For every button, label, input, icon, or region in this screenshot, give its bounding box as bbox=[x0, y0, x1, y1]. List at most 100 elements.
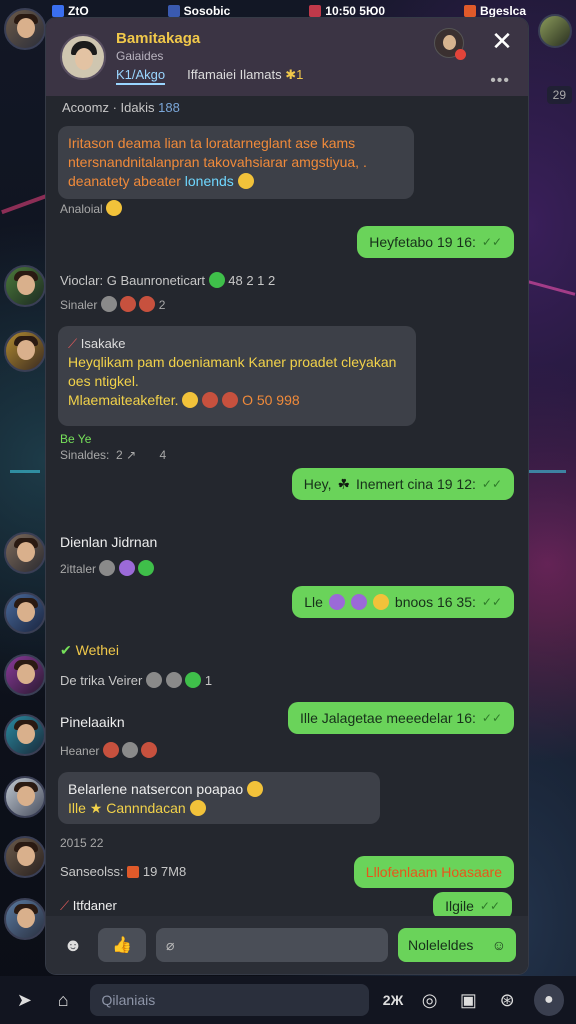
mic-icon[interactable]: ● bbox=[533, 984, 565, 1016]
outgoing-message[interactable]: Hey, ☘ Inemert cina 19 12: ✓✓ bbox=[291, 468, 514, 500]
outgoing-message[interactable]: Heyfetabo 19 16: ✓✓ bbox=[357, 226, 514, 258]
search-input[interactable]: Qilaniais bbox=[89, 984, 369, 1016]
emoji-icon: ☘ bbox=[337, 475, 351, 492]
reply-icon: ⟋ bbox=[60, 898, 70, 913]
reaction-icon bbox=[185, 672, 202, 688]
app-icon bbox=[167, 5, 180, 17]
chat-header: Bamitakaga Gaiaides K1/Akgo Iffamaiei Il… bbox=[46, 18, 528, 96]
thumbs-up-icon: 👍 bbox=[112, 937, 132, 954]
emoji-icon bbox=[208, 272, 225, 288]
app-icon bbox=[463, 5, 476, 17]
avatar[interactable] bbox=[4, 654, 46, 696]
camera-icon[interactable]: ▣ bbox=[456, 990, 481, 1011]
label-text: Be Ye bbox=[60, 432, 92, 446]
signal-icon bbox=[52, 5, 64, 17]
file-icon bbox=[127, 866, 140, 878]
read-receipt-icon: ✓✓ bbox=[481, 235, 502, 249]
sender-label: Dienlan Jidrnan bbox=[60, 534, 158, 550]
counter-text: 2Ж bbox=[382, 992, 404, 1008]
reaction-icon bbox=[100, 296, 117, 312]
incoming-message[interactable]: Iritason deama lian ta loratarneglant as… bbox=[58, 126, 414, 199]
reaction-icon bbox=[99, 560, 116, 576]
sender-label: Vioclar: G Baunroneticart 48 2 1 2 bbox=[60, 272, 276, 288]
avatar[interactable] bbox=[4, 898, 46, 940]
close-icon[interactable]: ✕ bbox=[490, 28, 514, 54]
reaction-icon bbox=[146, 672, 162, 688]
message-meta: Heaner bbox=[60, 742, 528, 758]
reaction-icon bbox=[122, 742, 139, 758]
incoming-message[interactable]: Belarlene natsercon poapao Ille ★ Cannnd… bbox=[58, 772, 380, 824]
message-meta: Sinaldes: 2 ↗ 4 bbox=[60, 448, 167, 462]
reaction-icon bbox=[165, 672, 182, 688]
avatar[interactable] bbox=[4, 836, 46, 878]
reaction-icon bbox=[141, 742, 158, 758]
avatar[interactable] bbox=[4, 265, 46, 307]
status-item: Bgeslca bbox=[479, 4, 526, 18]
emoji-icon bbox=[247, 781, 264, 797]
bottom-toolbar: ➤ ⌂ Qilaniais 2Ж ◎ ▣ ⊛ ● bbox=[0, 976, 576, 1024]
notification-icon bbox=[309, 5, 322, 17]
message-meta: 2ittaler bbox=[60, 560, 528, 576]
reaction-icon bbox=[139, 296, 156, 312]
emoji-icon bbox=[350, 594, 367, 610]
reply-icon: ⟋ bbox=[68, 336, 78, 351]
tab-bar: K1/Akgo Iffamaiei Ilamats ✱1 bbox=[116, 67, 303, 85]
settings-icon[interactable]: ◎ bbox=[417, 990, 442, 1011]
avatar[interactable] bbox=[4, 532, 46, 574]
message-meta: Analoial bbox=[60, 200, 528, 216]
avatar[interactable] bbox=[4, 714, 46, 756]
emoji-icon bbox=[182, 392, 199, 408]
message-meta: Sinaler 2 bbox=[60, 296, 166, 312]
emoji-icon bbox=[106, 200, 123, 216]
avatar[interactable] bbox=[60, 34, 106, 80]
reaction-icon bbox=[118, 560, 135, 576]
read-receipt-icon: ✓✓ bbox=[481, 595, 502, 609]
avatar[interactable] bbox=[538, 14, 572, 48]
emoji-icon bbox=[189, 800, 206, 816]
attach-icon: ⌀ bbox=[166, 936, 175, 953]
message-input[interactable]: ⌀ bbox=[156, 928, 388, 962]
notification-dot bbox=[455, 49, 466, 60]
avatar[interactable] bbox=[4, 592, 46, 634]
reaction-icon bbox=[102, 742, 119, 758]
emoji-icon bbox=[222, 392, 239, 408]
avatar[interactable] bbox=[4, 8, 46, 50]
date-label: 2015 22 bbox=[60, 836, 104, 850]
sender-label: Acoomz · Idakis 188 bbox=[62, 100, 180, 115]
tab-active[interactable]: K1/Akgo bbox=[116, 67, 166, 85]
outgoing-message[interactable]: Lle bnoos 16 35: ✓✓ bbox=[292, 586, 514, 618]
neon-light bbox=[526, 470, 566, 473]
gamepad-icon[interactable]: ⊛ bbox=[495, 990, 520, 1011]
outgoing-message[interactable]: Lllofenlaam Hoasaare bbox=[353, 856, 514, 888]
more-icon[interactable]: ••• bbox=[490, 72, 510, 90]
chat-title: Bamitakaga bbox=[116, 29, 201, 47]
emoji-picker-icon[interactable]: ☻ bbox=[58, 930, 88, 960]
tab-members[interactable]: Iffamaiei Ilamats ✱1 bbox=[187, 67, 303, 85]
chat-panel: Bamitakaga Gaiaides K1/Akgo Iffamaiei Il… bbox=[46, 18, 528, 974]
star-icon: ★ bbox=[89, 800, 103, 816]
emoji-icon bbox=[202, 392, 219, 408]
emoji-icon bbox=[372, 594, 389, 610]
avatar[interactable] bbox=[434, 28, 466, 60]
unread-badge: 29 bbox=[546, 86, 572, 104]
incoming-reply-message[interactable]: ⟋ Isakake Heyqlikam pam doeniamank Kaner… bbox=[58, 326, 416, 426]
send-arrow-icon[interactable]: ➤ bbox=[12, 990, 37, 1011]
send-button[interactable]: Noleleldes ☺ bbox=[398, 928, 516, 962]
message-list[interactable]: Acoomz · Idakis 188 Iritason deama lian … bbox=[46, 96, 528, 920]
avatar[interactable] bbox=[4, 776, 46, 818]
read-receipt-icon: ✓✓ bbox=[481, 477, 502, 491]
like-button[interactable]: 👍 bbox=[98, 928, 146, 962]
chat-subtitle: Gaiaides bbox=[116, 48, 164, 63]
message-input-bar: ☻ 👍 ⌀ Noleleldes ☺ bbox=[46, 916, 528, 974]
read-receipt-icon: ✓✓ bbox=[481, 711, 502, 725]
check-icon: ✔ bbox=[60, 642, 72, 658]
avatar[interactable] bbox=[4, 330, 46, 372]
reaction-icon bbox=[138, 560, 155, 576]
sender-label: ⟋ Itfdaner bbox=[60, 898, 117, 913]
message-meta: De trika Veirer 1 bbox=[60, 672, 213, 688]
reaction-icon bbox=[120, 296, 137, 312]
outgoing-message[interactable]: Ille Jalagetae meeedelar 16: ✓✓ bbox=[287, 702, 514, 734]
home-icon[interactable]: ⌂ bbox=[51, 990, 76, 1011]
arrow-icon: ↗ bbox=[126, 448, 137, 462]
status-time: 10:50 5Ю0 bbox=[325, 4, 386, 18]
